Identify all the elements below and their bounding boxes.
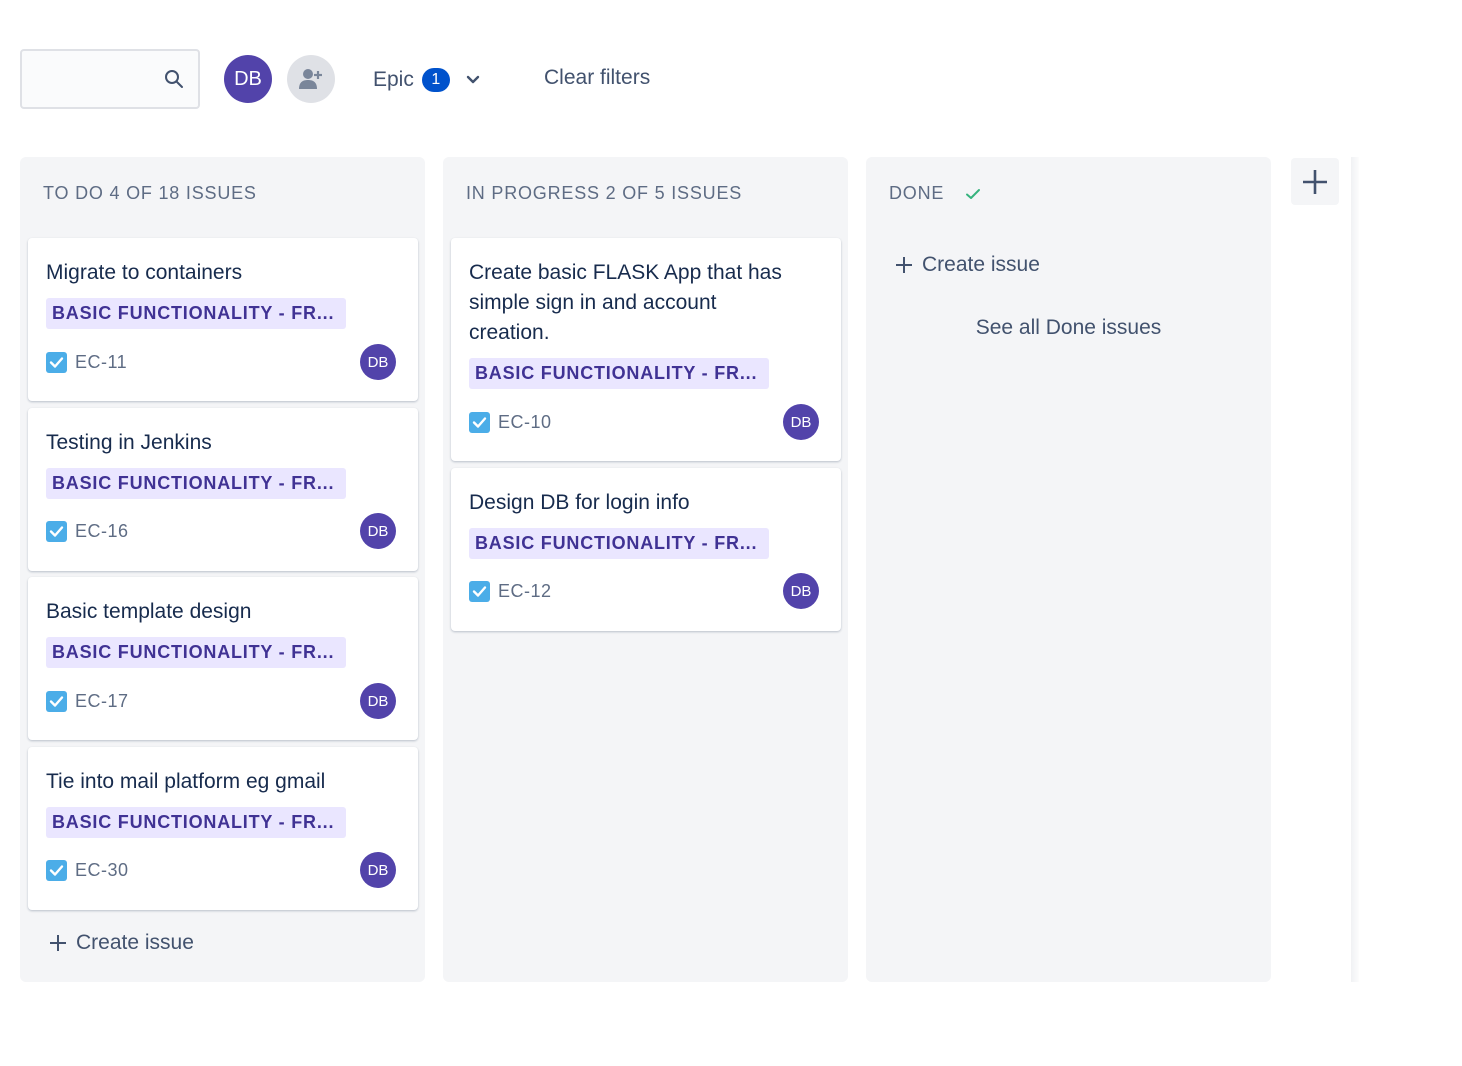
column-header-todo: TO DO 4 OF 18 ISSUES xyxy=(43,183,257,203)
create-issue-label: Create issue xyxy=(922,253,1040,276)
card-footer: EC-12 DB xyxy=(469,573,819,609)
issue-card[interactable]: Testing in Jenkins BASIC FUNCTIONALITY -… xyxy=(28,408,418,571)
add-user-icon xyxy=(299,69,322,89)
assignee-avatar[interactable]: DB xyxy=(360,683,396,719)
assignee-avatar[interactable]: DB xyxy=(360,513,396,549)
add-column-button[interactable] xyxy=(1291,158,1339,205)
epic-label: BASIC FUNCTIONALITY - FR... xyxy=(469,358,769,389)
card-footer: EC-30 DB xyxy=(46,852,396,888)
issue-card[interactable]: Create basic FLASK App that has simple s… xyxy=(451,238,841,461)
epic-label: BASIC FUNCTIONALITY - FR... xyxy=(46,807,346,838)
board-scroll-shadow xyxy=(1351,157,1359,982)
see-all-done-link[interactable]: See all Done issues xyxy=(866,316,1271,340)
card-footer: EC-17 DB xyxy=(46,683,396,719)
issue-key[interactable]: EC-17 xyxy=(75,691,129,712)
add-people-button[interactable] xyxy=(287,55,335,103)
assignee-avatar[interactable]: DB xyxy=(783,404,819,440)
task-checkbox-icon xyxy=(469,580,490,602)
issue-key[interactable]: EC-16 xyxy=(75,521,129,542)
column-todo: TO DO 4 OF 18 ISSUES Migrate to containe… xyxy=(20,157,425,982)
plus-icon xyxy=(896,257,912,273)
assignee-avatar[interactable]: DB xyxy=(360,344,396,380)
issue-key[interactable]: EC-10 xyxy=(498,412,552,433)
search-icon xyxy=(165,70,183,88)
issue-key[interactable]: EC-12 xyxy=(498,581,552,602)
create-issue-button[interactable]: Create issue xyxy=(894,253,1040,277)
epic-filter-label: Epic xyxy=(373,68,414,91)
card-title: Migrate to containers xyxy=(46,261,243,284)
task-checkbox-icon xyxy=(469,411,490,433)
issue-key[interactable]: EC-30 xyxy=(75,860,129,881)
search-box[interactable] xyxy=(20,49,200,109)
issue-card[interactable]: Basic template design BASIC FUNCTIONALIT… xyxy=(28,577,418,740)
epic-label: BASIC FUNCTIONALITY - FR... xyxy=(46,298,346,329)
clear-filters-button[interactable]: Clear filters xyxy=(544,66,650,90)
card-title: Tie into mail platform eg gmail xyxy=(46,770,326,793)
plus-icon xyxy=(50,935,66,951)
create-issue-label: Create issue xyxy=(76,931,194,954)
epic-label: BASIC FUNCTIONALITY - FR... xyxy=(46,637,346,668)
task-checkbox-icon xyxy=(46,351,67,373)
user-avatar[interactable]: DB xyxy=(224,55,272,103)
epic-filter-dropdown[interactable]: Epic 1 xyxy=(373,64,482,96)
epic-label: BASIC FUNCTIONALITY - FR... xyxy=(469,528,769,559)
column-header-done-label: DONE xyxy=(889,183,945,203)
column-in-progress: IN PROGRESS 2 OF 5 ISSUES Create basic F… xyxy=(443,157,848,982)
issue-card[interactable]: Migrate to containers BASIC FUNCTIONALIT… xyxy=(28,238,418,401)
epic-label: BASIC FUNCTIONALITY - FR... xyxy=(46,468,346,499)
card-footer: EC-10 DB xyxy=(469,404,819,440)
card-title: Basic template design xyxy=(46,600,252,623)
assignee-avatar[interactable]: DB xyxy=(360,852,396,888)
epic-filter-count-badge: 1 xyxy=(421,68,450,92)
task-checkbox-icon xyxy=(46,859,67,881)
card-footer: EC-16 DB xyxy=(46,513,396,549)
search-input[interactable] xyxy=(32,51,162,107)
task-checkbox-icon xyxy=(46,520,67,542)
issue-card[interactable]: Design DB for login info BASIC FUNCTIONA… xyxy=(451,468,841,631)
column-done: DONE Create issue See all Done issues xyxy=(866,157,1271,982)
chevron-down-icon xyxy=(466,75,480,84)
create-issue-button[interactable]: Create issue xyxy=(48,931,194,955)
assignee-avatar[interactable]: DB xyxy=(783,573,819,609)
plus-icon xyxy=(1303,169,1327,194)
checkmark-icon xyxy=(966,188,981,199)
card-title: Create basic FLASK App that has simple s… xyxy=(469,261,782,344)
card-title: Design DB for login info xyxy=(469,491,690,514)
column-header-in-progress: IN PROGRESS 2 OF 5 ISSUES xyxy=(466,183,743,203)
card-title: Testing in Jenkins xyxy=(46,431,212,454)
issue-key[interactable]: EC-11 xyxy=(75,352,127,373)
issue-card[interactable]: Tie into mail platform eg gmail BASIC FU… xyxy=(28,747,418,910)
column-header-done: DONE xyxy=(889,183,982,204)
task-checkbox-icon xyxy=(46,690,67,712)
card-footer: EC-11 DB xyxy=(46,344,396,380)
